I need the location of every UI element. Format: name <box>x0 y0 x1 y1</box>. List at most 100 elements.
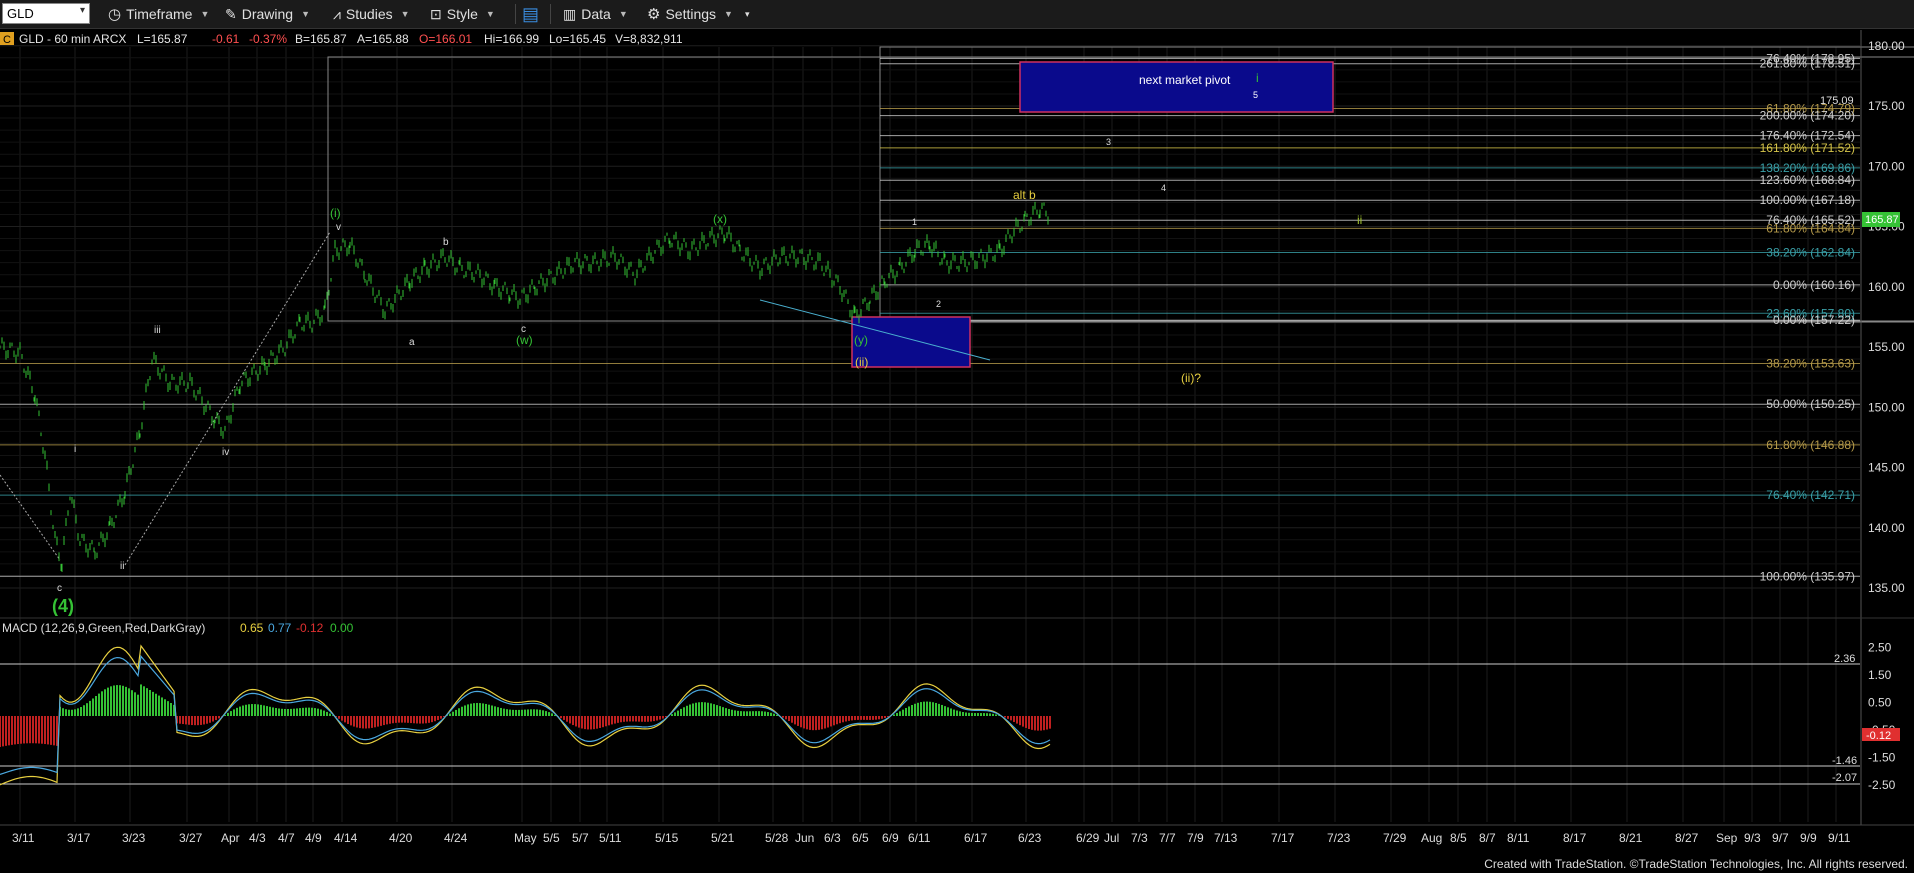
style-button[interactable]: ⊡ Style ▼ <box>430 4 495 24</box>
macd-signal-value: 0.77 <box>268 621 292 635</box>
macd-tick-label: -2.50 <box>1868 778 1896 792</box>
studies-icon: ⩘ <box>333 5 341 22</box>
chevron-down-icon: ▼ <box>200 9 210 19</box>
toolbar-overflow-icon[interactable]: ▾ <box>745 4 750 24</box>
date-tick-label: 4/9 <box>305 831 322 845</box>
alt-b-label: alt b <box>1013 188 1036 202</box>
chevron-down-icon: ▼ <box>485 9 495 19</box>
price-tick-label: 160.00 <box>1868 280 1905 294</box>
wave-3-label: 3 <box>1106 137 1111 147</box>
wave-iii-label: iii <box>154 325 161 336</box>
date-tick-label: 6/17 <box>964 831 988 845</box>
price-tick-label: 155.00 <box>1868 340 1905 354</box>
fib-label: 61.80% (146.88) <box>1766 438 1855 452</box>
macd-value: 0.65 <box>240 621 264 635</box>
fib-label: 261.80% (178.51) <box>1760 57 1855 71</box>
date-tick-label: 4/3 <box>249 831 266 845</box>
gear-icon: ⚙ <box>647 6 661 23</box>
date-tick-label: 6/23 <box>1018 831 1042 845</box>
date-tick-label: Jun <box>795 831 814 845</box>
macd-tick-label: 2.50 <box>1868 640 1892 654</box>
wave-2-label: 2 <box>936 299 941 309</box>
date-tick-label: 8/21 <box>1619 831 1643 845</box>
fib-label: 61.80% (164.84) <box>1766 221 1855 235</box>
date-tick-label: Aug <box>1421 831 1442 845</box>
date-tick-label: 7/13 <box>1214 831 1238 845</box>
date-tick-label: 3/23 <box>122 831 146 845</box>
date-tick-label: 4/7 <box>278 831 295 845</box>
chevron-down-icon: ▼ <box>724 9 733 19</box>
date-tick-label: 8/11 <box>1507 831 1530 845</box>
date-tick-label: 7/17 <box>1271 831 1295 845</box>
volume: V=8,832,911 <box>615 32 683 46</box>
wave-iv-label: iv <box>222 447 229 458</box>
date-tick-label: 8/27 <box>1675 831 1699 845</box>
divider <box>515 4 516 24</box>
fib-label: 100.00% (167.18) <box>1760 193 1855 207</box>
c-badge-text: C <box>3 34 11 46</box>
open-price: O=166.01 <box>419 32 472 46</box>
fib-label: 50.00% (150.25) <box>1766 397 1855 411</box>
macd-zero-value: 0.00 <box>330 621 354 635</box>
date-axis: 3/11 3/17 3/23 3/27 Apr 4/3 4/7 4/9 4/14 4/20 4/24… <box>0 824 1914 845</box>
settings-button[interactable]: ⚙ Settings ▼ <box>647 4 733 24</box>
footer-text: Created with TradeStation. ©TradeStation… <box>1484 857 1908 871</box>
wave-c-low-label: c <box>57 583 62 594</box>
date-tick-label: 5/7 <box>572 831 589 845</box>
date-tick-label: May <box>514 831 537 845</box>
price-pct: -0.37% <box>249 32 287 46</box>
date-tick-label: 9/3 <box>1744 831 1761 845</box>
drawing-button[interactable]: ✎ Drawing ▼ <box>225 4 310 24</box>
pivot-i-label: i <box>1256 71 1259 85</box>
bid-price: B=165.87 <box>295 32 347 46</box>
pencil-icon: ✎ <box>225 5 237 22</box>
chevron-down-icon: ▼ <box>400 9 410 19</box>
data-button[interactable]: ▥ Data ▼ <box>563 4 628 24</box>
price-bars <box>0 201 1049 573</box>
symbol-input[interactable]: GLD ▾ <box>2 3 90 24</box>
chevron-down-icon: ▼ <box>618 9 628 19</box>
fib-label: 0.00% (157.22) <box>1773 313 1855 327</box>
date-tick-label: 6/3 <box>824 831 841 845</box>
date-tick-label: 7/29 <box>1383 831 1407 845</box>
fib-label: 0.00% (160.16) <box>1773 278 1855 292</box>
date-tick-label: 7/23 <box>1327 831 1351 845</box>
wave-x-label: (x) <box>713 212 727 226</box>
fib-label: 200.00% (174.20) <box>1760 109 1855 123</box>
clock-icon: ◷ <box>108 6 122 23</box>
date-tick-label: 6/5 <box>852 831 869 845</box>
wave-4-major-label: (4) <box>52 596 74 616</box>
wave-4-label: 4 <box>1161 183 1166 193</box>
ii-right-label: ii <box>1357 213 1362 227</box>
layout-icon[interactable]: ▤ <box>522 4 539 24</box>
dotted-line-1 <box>0 474 61 561</box>
price-tick-label: 175.00 <box>1868 99 1905 113</box>
date-tick-label: 7/3 <box>1131 831 1148 845</box>
pivot-label: next market pivot <box>1139 73 1231 87</box>
price-chart[interactable]: C GLD - 60 min ARCX L=165.87 -0.61 -0.37… <box>0 30 1914 855</box>
macd-tick-label: -1.50 <box>1868 750 1896 764</box>
wave-w-label: (w) <box>516 333 533 347</box>
price-tick-label: 140.00 <box>1868 521 1905 535</box>
macd-level-label: -1.46 <box>1832 755 1857 767</box>
date-tick-label: 5/28 <box>765 831 789 845</box>
wave-b-label: b <box>443 237 449 248</box>
macd-level-label: 2.36 <box>1834 653 1855 665</box>
ii-question-label: (ii)? <box>1181 371 1201 385</box>
fib-label: 76.40% (142.71) <box>1766 488 1855 502</box>
date-tick-label: 4/20 <box>389 831 413 845</box>
date-tick-label: 8/17 <box>1563 831 1587 845</box>
chevron-down-icon: ▼ <box>301 9 311 19</box>
timeframe-button[interactable]: ◷ Timeframe ▼ <box>108 4 209 24</box>
price-tick-label: 145.00 <box>1868 461 1905 475</box>
studies-button[interactable]: ⩘ Studies ▼ <box>333 4 410 24</box>
date-tick-label: Sep <box>1716 831 1738 845</box>
macd-tick-label: 0.50 <box>1868 695 1892 709</box>
price-tick-label: 180.00 <box>1868 39 1905 53</box>
dotted-line-2 <box>124 231 331 566</box>
chevron-down-icon[interactable]: ▾ <box>80 5 85 16</box>
next-market-pivot-box <box>1019 61 1334 113</box>
bar-chart-icon: ▥ <box>563 5 577 22</box>
footer: Created with TradeStation. ©TradeStation… <box>0 856 1914 873</box>
ask-price: A=165.88 <box>357 32 409 46</box>
